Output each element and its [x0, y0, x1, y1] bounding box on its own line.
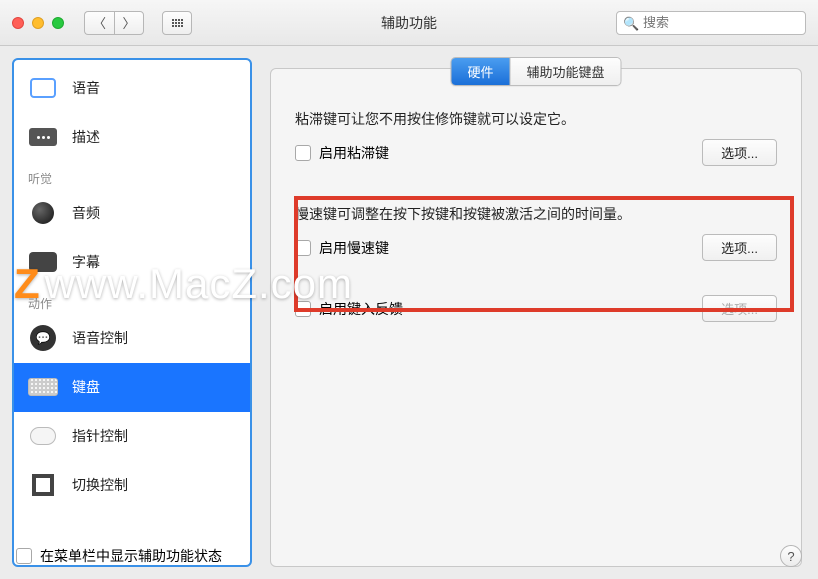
slow-options-button[interactable]: 选项... [702, 234, 777, 261]
speaker-icon [32, 202, 54, 224]
tab-a11y-keyboard[interactable]: 辅助功能键盘 [510, 58, 621, 85]
sticky-options-button[interactable]: 选项... [702, 139, 777, 166]
sidebar-item-label: 键盘 [72, 377, 100, 397]
search-input[interactable] [616, 11, 806, 35]
sidebar-item-label: 语音控制 [72, 328, 128, 348]
zoom-icon[interactable] [52, 17, 64, 29]
sticky-enable-row[interactable]: 启用粘滞键 [295, 143, 389, 163]
chevron-right-icon: 〉 [122, 13, 135, 32]
sidebar-item-audio[interactable]: 音频 [14, 189, 250, 238]
sidebar-item-pointer[interactable]: 指针控制 [14, 412, 250, 461]
sidebar-item-describe[interactable]: 描述 [14, 113, 250, 162]
chevron-left-icon: 〈 [93, 13, 106, 32]
typing-enable-row[interactable]: 启用键入反馈 [295, 299, 403, 319]
sidebar-item-keyboard[interactable]: 键盘 [14, 363, 250, 412]
sidebar-item-voicecontrol[interactable]: 语音控制 [14, 314, 250, 363]
help-button[interactable]: ? [780, 545, 802, 567]
speech-icon [30, 78, 56, 98]
minimize-icon[interactable] [32, 17, 44, 29]
sidebar-section-motor: 动作 [14, 287, 250, 314]
help-icon: ? [787, 549, 794, 564]
sidebar-item-label: 切换控制 [72, 475, 128, 495]
window-controls [12, 17, 64, 29]
sidebar-item-speech[interactable]: 语音 [14, 64, 250, 113]
menubar-checkbox-row[interactable]: 在菜单栏中显示辅助功能状态 [16, 546, 222, 566]
back-button[interactable]: 〈 [84, 11, 114, 35]
sidebar-item-label: 指针控制 [72, 426, 128, 446]
close-icon[interactable] [12, 17, 24, 29]
sidebar: 语音 描述 听觉 音频 字幕 动作 语音控制 键盘 指针控制 [12, 58, 252, 567]
menubar-checkbox-label: 在菜单栏中显示辅助功能状态 [40, 546, 222, 566]
sticky-enable-label: 启用粘滞键 [319, 143, 389, 163]
typing-enable-label: 启用键入反馈 [319, 299, 403, 319]
forward-button[interactable]: 〉 [114, 11, 144, 35]
titlebar: 〈 〉 辅助功能 🔍 [0, 0, 818, 46]
checkbox-icon[interactable] [295, 145, 311, 161]
show-all-button[interactable] [162, 11, 192, 35]
voice-control-icon [30, 325, 56, 351]
checkbox-icon[interactable] [295, 240, 311, 256]
switch-control-icon [32, 474, 54, 496]
grid-icon [172, 19, 183, 27]
slow-enable-row[interactable]: 启用慢速键 [295, 238, 389, 258]
sidebar-item-subtitle[interactable]: 字幕 [14, 238, 250, 287]
search-icon: 🔍 [623, 16, 639, 32]
sidebar-item-label: 描述 [72, 127, 100, 147]
main-panel: 硬件 辅助功能键盘 粘滞键可让您不用按住修饰键就可以设定它。 启用粘滞键 选项.… [270, 68, 802, 567]
checkbox-icon[interactable] [16, 548, 32, 564]
slow-enable-label: 启用慢速键 [319, 238, 389, 258]
sidebar-section-hear: 听觉 [14, 162, 250, 189]
tab-group: 硬件 辅助功能键盘 [450, 57, 621, 86]
tab-hardware[interactable]: 硬件 [451, 58, 509, 85]
describe-icon [29, 128, 57, 146]
pointer-icon [30, 427, 56, 445]
nav-buttons: 〈 〉 [84, 11, 144, 35]
keyboard-icon [28, 378, 58, 396]
sidebar-item-label: 语音 [72, 78, 100, 98]
sidebar-item-label: 字幕 [72, 252, 100, 272]
typing-options-button: 选项... [702, 295, 777, 322]
sticky-desc: 粘滞键可让您不用按住修饰键就可以设定它。 [295, 109, 777, 129]
slow-desc: 慢速键可调整在按下按键和按键被激活之间的时间量。 [295, 204, 777, 224]
sidebar-item-switch[interactable]: 切换控制 [14, 461, 250, 510]
sidebar-item-label: 音频 [72, 203, 100, 223]
checkbox-icon[interactable] [295, 301, 311, 317]
subtitle-icon [29, 252, 57, 272]
